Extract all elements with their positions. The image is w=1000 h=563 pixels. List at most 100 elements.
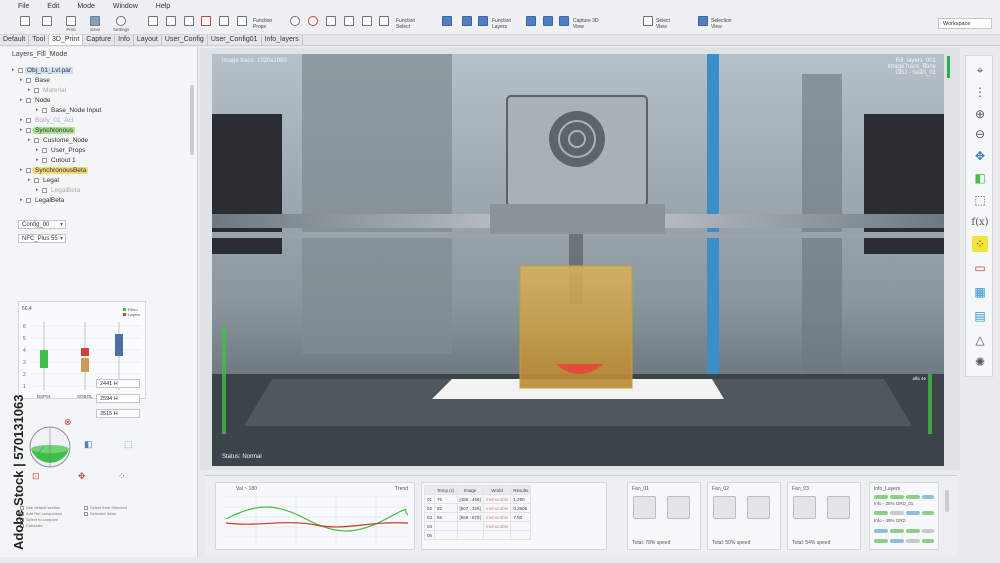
tab-tool[interactable]: Tool <box>29 35 50 45</box>
triangle-icon[interactable]: △ <box>972 332 988 348</box>
edit-select-button[interactable] <box>148 16 158 26</box>
tree-node[interactable]: ▸ User_Props <box>12 145 187 155</box>
expand-chevron-icon[interactable]: ▸ <box>20 97 25 103</box>
capture-b-button[interactable] <box>543 16 553 26</box>
capture-a-button[interactable] <box>526 16 536 26</box>
table-row[interactable]: 01 76 [456 : 468] memorable 1.290 <box>423 494 532 504</box>
expand-chevron-icon[interactable]: ▸ <box>20 77 25 83</box>
tab-info-layers[interactable]: Info_layers <box>262 35 303 45</box>
expand-chevron-icon[interactable]: ▸ <box>20 167 25 173</box>
tree-scrollbar[interactable] <box>190 85 194 155</box>
option-selected-inline[interactable]: Selected Inline <box>84 511 116 516</box>
expand-chevron-icon[interactable]: ▸ <box>36 187 41 193</box>
panel-icon[interactable]: ▤ <box>972 308 988 324</box>
visibility-checkbox[interactable] <box>34 87 39 93</box>
config-select[interactable]: Config_00 <box>18 220 66 229</box>
preset-select[interactable]: NFC_Plus 55 <box>18 234 66 243</box>
tab-user-config01[interactable]: User_Config01 <box>208 35 262 45</box>
expand-chevron-icon[interactable]: ▸ <box>28 137 33 143</box>
rotate-button[interactable] <box>308 16 318 26</box>
tree-node[interactable]: ▸ Material <box>12 85 187 95</box>
cube-button[interactable] <box>462 16 472 26</box>
wireframe-icon[interactable]: ⬚ <box>972 192 988 208</box>
tree-node[interactable]: ▸ Base_Node Input <box>12 105 187 115</box>
visibility-checkbox[interactable] <box>42 147 47 153</box>
option-select-from[interactable]: Select from Selected <box>84 505 127 510</box>
close-icon[interactable]: ⊗ <box>64 417 72 428</box>
selection-view-button[interactable] <box>698 16 708 26</box>
expand-chevron-icon[interactable]: ▸ <box>28 177 33 183</box>
document-button[interactable] <box>20 16 30 26</box>
table-row[interactable]: 03 56 [569 : 679] memorable 7.90 <box>423 512 532 522</box>
target-button[interactable] <box>362 16 372 26</box>
plane-icon[interactable]: ⟋ <box>38 445 44 456</box>
num-field-1[interactable]: 2441 H <box>96 379 140 388</box>
expand-chevron-icon[interactable]: ▸ <box>36 107 41 113</box>
shape-icon[interactable]: ⬚ <box>124 439 133 450</box>
tree-node[interactable]: ▸ Custome_Node <box>12 135 187 145</box>
tab-capture[interactable]: Capture <box>83 35 116 45</box>
table-row[interactable]: 02 82 [507 : 325] memorable 0.2605 <box>423 503 532 513</box>
expand-chevron-icon[interactable]: ▸ <box>36 157 41 163</box>
grid-button[interactable] <box>201 16 211 26</box>
export-button[interactable] <box>42 16 52 26</box>
tree-node[interactable]: ▸ Obj_01_Lvl.par <box>12 65 187 75</box>
save-button[interactable]: Save <box>90 16 100 32</box>
workspace-select[interactable]: Workspace <box>938 18 992 29</box>
print-button[interactable]: Print <box>66 16 76 32</box>
table-row[interactable]: 05 <box>423 530 532 540</box>
visibility-checkbox[interactable] <box>34 137 39 143</box>
tree-node[interactable]: ▸ LegalBeta <box>12 195 187 205</box>
layers-icon[interactable]: ▦ <box>972 284 988 300</box>
nodes-icon[interactable]: ✥ <box>78 471 86 482</box>
shape-button[interactable] <box>326 16 336 26</box>
expand-chevron-icon[interactable]: ▸ <box>36 147 41 153</box>
camera-view[interactable]: Image trace: 1920x1080 Fill_layers_001 I… <box>212 54 944 466</box>
tree-node[interactable]: ▸ Cutout 1 <box>12 155 187 165</box>
frame-icon[interactable]: ⊡ <box>32 471 40 482</box>
num-field-3[interactable]: 3515 H <box>96 409 140 418</box>
menu-help[interactable]: Help <box>156 3 170 10</box>
sun-icon[interactable]: ✺ <box>972 354 988 370</box>
layer-stack-button[interactable] <box>478 16 488 26</box>
check4-button[interactable] <box>237 16 247 26</box>
expand-chevron-icon[interactable]: ▸ <box>20 117 25 123</box>
layers-button[interactable] <box>379 16 389 26</box>
expand-chevron-icon[interactable]: ▸ <box>20 127 25 133</box>
check2-button[interactable] <box>184 16 194 26</box>
frame-button[interactable] <box>344 16 354 26</box>
tree-node[interactable]: ▸ Node <box>12 95 187 105</box>
visibility-checkbox[interactable] <box>34 177 39 183</box>
select-view-button[interactable] <box>643 16 653 26</box>
menu-mode[interactable]: Mode <box>77 3 95 10</box>
visibility-checkbox[interactable] <box>42 107 47 113</box>
bottom-scrollbar[interactable] <box>945 490 949 512</box>
points-icon[interactable]: ⁘ <box>972 236 988 252</box>
check3-button[interactable] <box>219 16 229 26</box>
pattern-button[interactable] <box>442 16 452 26</box>
menu-dots-icon[interactable]: ⋮ <box>972 84 988 100</box>
tree-node[interactable]: ▸ Legal <box>12 175 187 185</box>
visibility-checkbox[interactable] <box>26 197 31 203</box>
check-button[interactable] <box>166 16 176 26</box>
crosshair-icon[interactable]: ⌖ <box>972 62 988 78</box>
cube-icon[interactable]: ◧ <box>84 439 93 450</box>
expand-chevron-icon[interactable]: ▸ <box>28 87 33 93</box>
visibility-checkbox[interactable] <box>26 77 31 83</box>
menu-edit[interactable]: Edit <box>47 3 59 10</box>
zoom-button[interactable] <box>290 16 300 26</box>
tab-default[interactable]: Default <box>0 35 30 45</box>
tree-node[interactable]: ▸ SynchronousBeta <box>12 165 187 175</box>
tree-node[interactable]: ▸ Base <box>12 75 187 85</box>
menu-file[interactable]: File <box>18 3 29 10</box>
move-icon[interactable]: ✥ <box>972 148 988 164</box>
points-icon[interactable]: ⁘ <box>118 471 126 482</box>
visibility-checkbox[interactable] <box>26 117 31 123</box>
visibility-checkbox[interactable] <box>26 167 31 173</box>
visibility-checkbox[interactable] <box>26 97 31 103</box>
num-field-2[interactable]: 2594 H <box>96 394 140 403</box>
visibility-checkbox[interactable] <box>42 157 47 163</box>
visibility-checkbox[interactable] <box>42 187 47 193</box>
zoom-in-icon[interactable]: ⊕ <box>972 106 988 122</box>
cube-icon[interactable]: ◧ <box>972 170 988 186</box>
